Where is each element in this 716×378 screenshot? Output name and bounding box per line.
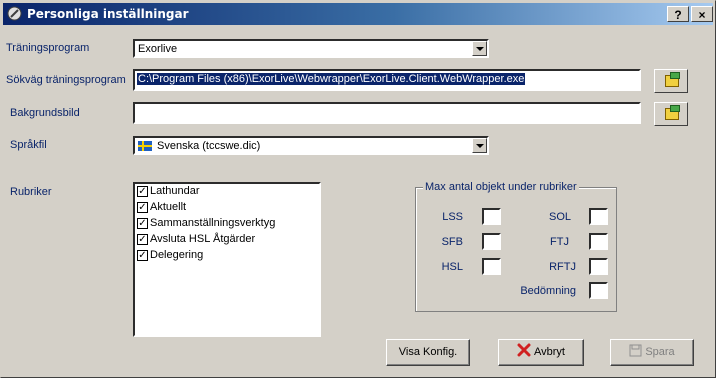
bedomning-label: Bedömning (520, 285, 576, 297)
headings-label: Rubriker (10, 186, 52, 198)
browse-background-button[interactable] (654, 102, 688, 126)
background-input[interactable] (133, 102, 641, 124)
lss-label: LSS (442, 211, 463, 223)
training-program-select[interactable]: Exorlive (133, 39, 489, 58)
close-button[interactable]: × (691, 6, 713, 22)
sfb-input[interactable] (482, 233, 501, 250)
ftj-label: FTJ (550, 236, 569, 248)
sol-input[interactable] (589, 208, 608, 225)
language-value: Svenska (tccswe.dic) (157, 140, 261, 152)
cancel-label: Avbryt (534, 346, 565, 358)
browse-path-button[interactable] (654, 69, 688, 93)
checkbox[interactable]: ✓ (137, 234, 148, 245)
headings-list[interactable]: ✓ Lathundar ✓ Aktuellt ✓ Sammanställning… (133, 182, 321, 337)
save-button[interactable]: Spara (610, 339, 694, 366)
sfb-label: SFB (441, 236, 463, 248)
cancel-button[interactable]: Avbryt (498, 339, 584, 366)
hsl-label: HSL (441, 261, 463, 273)
folder-icon (665, 105, 680, 120)
title-bar[interactable]: Personliga inställningar ? × (3, 3, 713, 25)
list-item-label: Aktuellt (150, 201, 187, 213)
red-x-icon (517, 343, 531, 357)
training-path-label: Sökväg träningsprogram (6, 74, 126, 86)
checkbox[interactable]: ✓ (137, 218, 148, 229)
sol-label: SOL (548, 211, 571, 223)
list-item[interactable]: ✓ Lathundar (135, 184, 319, 200)
list-item[interactable]: ✓ Aktuellt (135, 200, 319, 216)
window-title: Personliga inställningar (27, 7, 189, 21)
save-label: Spara (645, 346, 675, 358)
chevron-down-icon[interactable] (472, 41, 487, 56)
save-disk-icon (629, 344, 642, 357)
checkbox[interactable]: ✓ (137, 250, 148, 261)
ftj-input[interactable] (589, 233, 608, 250)
background-label: Bakgrundsbild (10, 107, 80, 119)
checkbox[interactable]: ✓ (137, 202, 148, 213)
checkbox[interactable]: ✓ (137, 186, 148, 197)
language-label: Språkfil (10, 139, 47, 151)
max-objects-title: Max antal objekt under rubriker (423, 181, 579, 193)
rftj-input[interactable] (589, 258, 608, 275)
list-item-label: Sammanställningsverktyg (150, 217, 276, 229)
list-item[interactable]: ✓ Sammanställningsverktyg (135, 216, 319, 232)
hsl-input[interactable] (482, 258, 501, 275)
training-program-label: Träningsprogram (6, 42, 90, 54)
training-path-value: C:\Program Files (x86)\ExorLive\Webwrapp… (137, 73, 526, 85)
training-path-input[interactable]: C:\Program Files (x86)\ExorLive\Webwrapp… (133, 69, 641, 91)
list-item-label: Delegering (150, 249, 204, 261)
list-item-label: Avsluta HSL Åtgärder (150, 233, 256, 245)
list-item[interactable]: ✓ Avsluta HSL Åtgärder (135, 232, 319, 248)
visa-konfig-button[interactable]: Visa Konfig. (386, 339, 470, 366)
language-select[interactable]: Svenska (tccswe.dic) (133, 136, 489, 155)
settings-window: Personliga inställningar ? × Träningspro… (0, 0, 716, 378)
swedish-flag-icon (138, 141, 152, 151)
app-icon (7, 6, 22, 21)
help-button[interactable]: ? (667, 6, 689, 22)
folder-icon (665, 72, 680, 87)
training-program-value: Exorlive (138, 43, 178, 55)
rftj-label: RFTJ (549, 261, 576, 273)
chevron-down-icon[interactable] (472, 138, 487, 153)
bedomning-input[interactable] (589, 282, 608, 299)
lss-input[interactable] (482, 208, 501, 225)
list-item[interactable]: ✓ Delegering (135, 248, 319, 264)
list-item-label: Lathundar (150, 185, 200, 197)
